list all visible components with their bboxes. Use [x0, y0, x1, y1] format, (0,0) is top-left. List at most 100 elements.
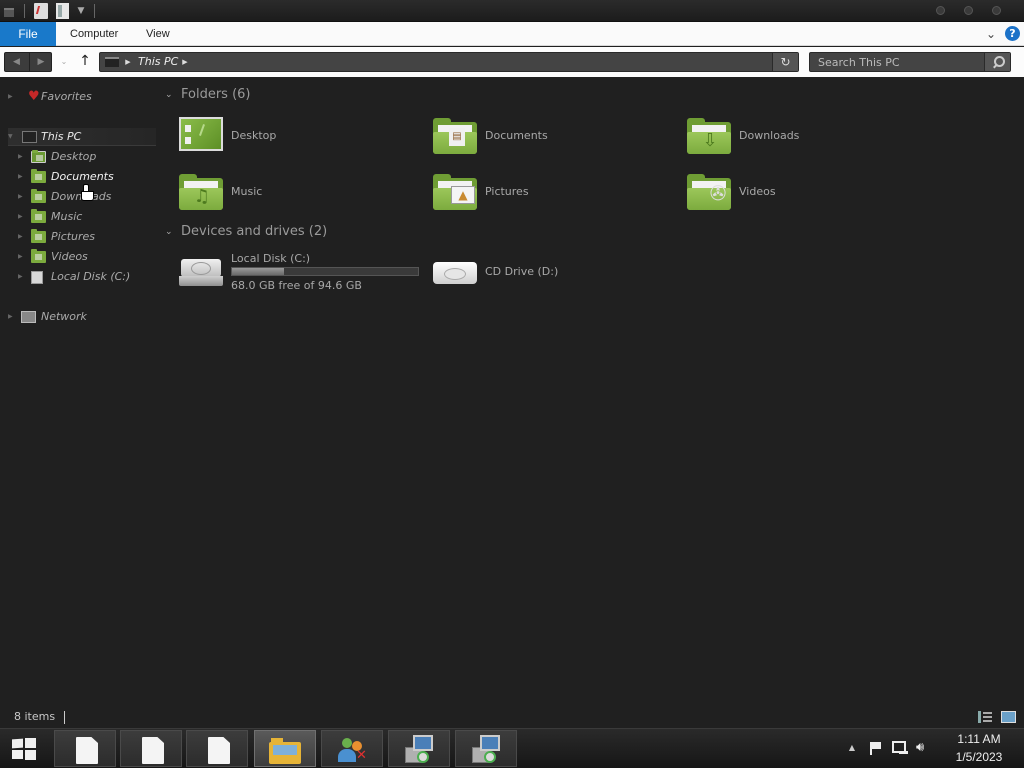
nav-network[interactable]: ▶ Network: [8, 308, 158, 326]
folder-tile-music[interactable]: ♫ Music: [179, 170, 429, 218]
nav-music-label: Music: [51, 210, 83, 223]
up-button[interactable]: ↑: [76, 51, 94, 71]
setup-installer-icon: [470, 735, 502, 765]
nav-music[interactable]: ▶ Music: [18, 208, 158, 226]
quick-access-separator: [24, 4, 25, 18]
taskbar-setup-1[interactable]: [388, 730, 450, 767]
customize-quick-access-dropdown-icon[interactable]: ▼: [75, 3, 87, 19]
nav-videos[interactable]: ▶ Videos: [18, 248, 158, 266]
folder-label: Downloads: [739, 129, 800, 142]
nav-desktop[interactable]: ▶ Desktop: [18, 148, 158, 166]
taskbar-file-explorer[interactable]: [254, 730, 316, 767]
drive-tile-local-disk[interactable]: Local Disk (C:) 68.0 GB free of 94.6 GB: [179, 249, 429, 297]
address-bar[interactable]: ▶ This PC ▶ ↻: [99, 52, 799, 72]
expand-arrow-icon[interactable]: ▶: [8, 308, 16, 326]
nav-this-pc[interactable]: ▼ This PC: [8, 128, 156, 146]
windows-logo-icon: [12, 750, 23, 759]
collapse-group-chevron-icon[interactable]: ⌄: [165, 223, 177, 241]
properties-icon[interactable]: [34, 3, 48, 19]
expand-arrow-icon[interactable]: ▶: [18, 228, 26, 246]
action-center-flag-icon[interactable]: [868, 741, 882, 755]
devices-group-header[interactable]: ⌄ Devices and drives (2): [165, 223, 385, 241]
setup-installer-icon: [403, 735, 435, 765]
taskbar-document-2[interactable]: [120, 730, 182, 767]
folder-tile-downloads[interactable]: ⇩ Downloads: [687, 114, 937, 162]
documents-folder-icon: [31, 169, 46, 183]
new-folder-icon[interactable]: [56, 3, 69, 19]
windows-logo-icon: [25, 738, 36, 748]
documents-folder-icon: ▤: [433, 118, 477, 154]
expand-arrow-icon[interactable]: ▶: [18, 248, 26, 266]
expand-arrow-icon[interactable]: ▶: [18, 188, 26, 206]
drive-tile-cd[interactable]: CD Drive (D:): [433, 249, 683, 297]
document-icon: [142, 737, 164, 764]
taskbar-document-3[interactable]: [186, 730, 248, 767]
maximize-button[interactable]: [964, 6, 973, 15]
back-button[interactable]: ◀: [5, 53, 28, 71]
local-disk-icon: [31, 271, 43, 284]
start-button[interactable]: [12, 738, 38, 760]
help-icon[interactable]: ?: [1005, 26, 1020, 41]
downloads-folder-icon: [31, 189, 46, 203]
network-tray-icon[interactable]: [892, 741, 908, 755]
collapse-arrow-icon[interactable]: ▼: [8, 128, 16, 146]
folder-tile-documents[interactable]: ▤ Documents: [433, 114, 683, 162]
taskbar-people-app[interactable]: ✕: [321, 730, 383, 767]
navigation-bar: ◀ ▶ ⌄ ↑ ▶ This PC ▶ ↻: [0, 47, 1024, 77]
system-menu-icon[interactable]: [2, 3, 16, 19]
network-icon: [21, 311, 36, 323]
search-box[interactable]: [809, 52, 1011, 72]
download-arrow-icon: ⇩: [702, 130, 718, 151]
nav-pictures[interactable]: ▶ Pictures: [18, 228, 158, 246]
breadcrumb-arrow-icon[interactable]: ▶: [180, 53, 190, 71]
folders-group-header[interactable]: ⌄ Folders (6): [165, 86, 365, 104]
nav-network-label: Network: [41, 310, 87, 323]
clock-time[interactable]: 1:11 AM: [944, 732, 1014, 746]
clock-date[interactable]: 1/5/2023: [944, 750, 1014, 764]
expand-ribbon-chevron-icon[interactable]: ⌄: [984, 25, 998, 43]
pictures-folder-icon: ▲: [433, 174, 477, 210]
item-count: 8 items: [14, 710, 56, 723]
volume-icon[interactable]: 🔊︎: [916, 740, 934, 756]
navigation-pane: ▶ ♥ Favorites ▼ This PC ▶ Desktop ▶ Docu…: [0, 78, 160, 708]
nav-favorites[interactable]: ▶ ♥ Favorites: [8, 88, 158, 106]
tab-computer[interactable]: Computer: [70, 22, 118, 46]
nav-local-disk[interactable]: ▶ Local Disk (C:): [18, 268, 158, 286]
folder-tile-pictures[interactable]: ▲ Pictures: [433, 170, 683, 218]
expand-arrow-icon[interactable]: ▶: [18, 148, 26, 166]
forward-button[interactable]: ▶: [29, 53, 52, 71]
refresh-icon[interactable]: ↻: [772, 53, 798, 71]
windows-logo-icon: [25, 750, 36, 760]
nav-desktop-label: Desktop: [51, 150, 97, 163]
recent-locations-dropdown-icon[interactable]: ⌄: [58, 52, 70, 72]
expand-arrow-icon[interactable]: ▶: [18, 168, 26, 186]
tab-view[interactable]: View: [146, 22, 170, 46]
breadcrumb-arrow-icon[interactable]: ▶: [123, 53, 133, 71]
folder-label: Documents: [485, 129, 548, 142]
expand-arrow-icon[interactable]: ▶: [8, 88, 16, 106]
nav-pictures-label: Pictures: [51, 230, 96, 243]
search-icon[interactable]: [984, 53, 1010, 71]
tab-file[interactable]: File: [0, 22, 56, 46]
details-view-icon[interactable]: [978, 711, 992, 723]
folder-tile-videos[interactable]: ✇ Videos: [687, 170, 937, 218]
breadcrumb-this-pc[interactable]: This PC: [138, 53, 178, 71]
nav-this-pc-label: This PC: [41, 130, 82, 143]
large-icons-view-icon[interactable]: [1001, 711, 1016, 723]
music-folder-icon: [31, 209, 46, 223]
cd-drive-icon: [433, 258, 477, 288]
close-button[interactable]: [992, 6, 1001, 15]
people-app-icon: ✕: [338, 738, 368, 764]
show-hidden-icons-chevron-icon[interactable]: ▲: [846, 741, 858, 755]
search-input[interactable]: [810, 53, 984, 71]
expand-arrow-icon[interactable]: ▶: [18, 208, 26, 226]
taskbar-document-1[interactable]: [54, 730, 116, 767]
minimize-button[interactable]: [936, 6, 945, 15]
ribbon-tabs: File Computer View ⌄ ?: [0, 22, 1024, 46]
expand-arrow-icon[interactable]: ▶: [18, 268, 26, 286]
folder-tile-desktop[interactable]: Desktop: [179, 114, 429, 162]
collapse-group-chevron-icon[interactable]: ⌄: [165, 86, 177, 104]
drive-label: CD Drive (D:): [485, 265, 559, 278]
taskbar-setup-2[interactable]: [455, 730, 517, 767]
devices-group-title: Devices and drives (2): [181, 224, 328, 239]
